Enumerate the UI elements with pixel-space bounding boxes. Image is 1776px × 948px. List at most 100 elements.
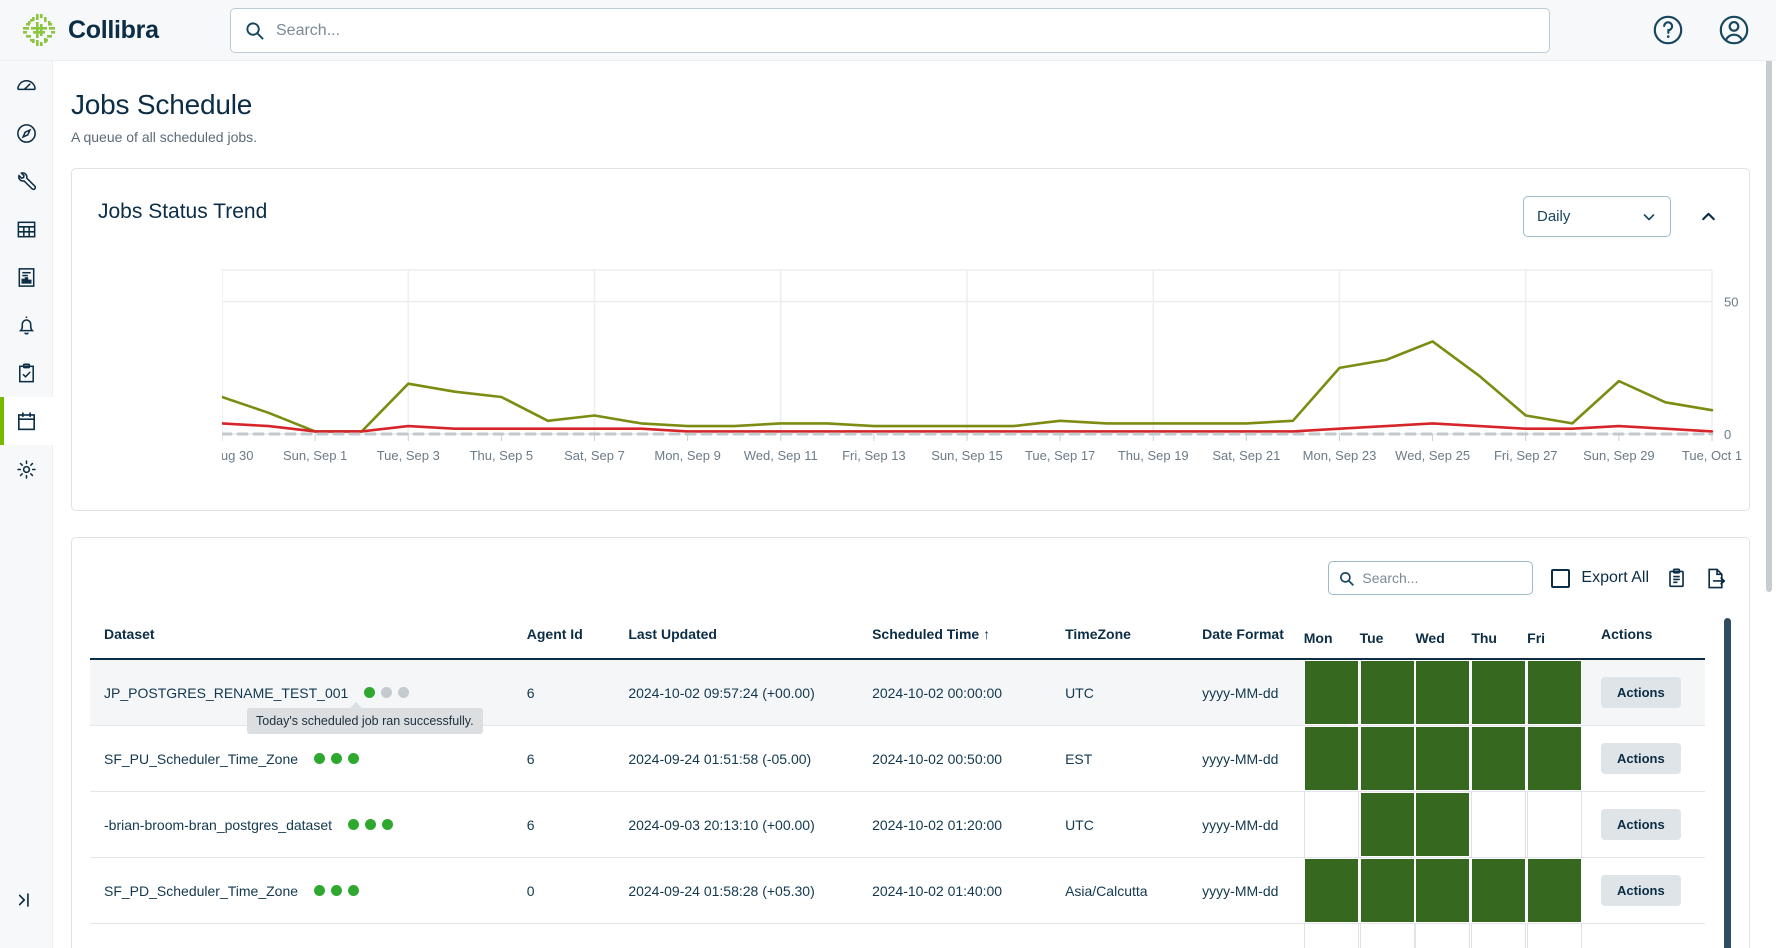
cell-day-mon[interactable] <box>1303 659 1360 726</box>
cell-day-mon[interactable] <box>1303 791 1360 858</box>
day-toggle-thu[interactable] <box>1471 660 1527 725</box>
cell-day-tue[interactable] <box>1359 791 1416 858</box>
sidebar-item-tasks[interactable] <box>0 349 53 397</box>
cell-day-wed[interactable] <box>1415 659 1472 726</box>
day-toggle-mon[interactable] <box>1303 726 1359 791</box>
col-last-updated[interactable]: Last Updated <box>628 618 873 660</box>
cell-day-tue[interactable] <box>1359 725 1416 792</box>
day-toggle-fri[interactable] <box>1527 660 1583 725</box>
day-toggle-mon[interactable] <box>1303 858 1359 923</box>
cell-day-thu[interactable] <box>1471 923 1528 948</box>
cell-day-mon[interactable] <box>1303 857 1360 924</box>
status-dot-green[interactable] <box>365 819 377 830</box>
cell-day-wed[interactable] <box>1415 791 1472 858</box>
user-circle-icon[interactable] <box>1716 12 1752 48</box>
sidebar-item-jobs-schedule[interactable] <box>0 397 53 445</box>
global-search-input[interactable]: Search... <box>230 8 1550 53</box>
table-row[interactable]: SF_PD_Scheduler_Time_Zone 0 2024-09-24 01:… <box>90 857 1705 924</box>
table-row[interactable]: SF_PU_Scheduler_Time_Zone 6 2024-09-24 01:… <box>90 725 1705 792</box>
run-status-dots[interactable] <box>364 687 410 698</box>
day-toggle-fri[interactable] <box>1527 858 1583 923</box>
status-dot-green[interactable] <box>314 885 326 896</box>
day-toggle-thu[interactable] <box>1471 726 1527 791</box>
help-circle-icon[interactable] <box>1650 12 1686 48</box>
status-dot-green[interactable] <box>382 819 394 830</box>
brand-logo[interactable]: Collibra <box>22 13 218 47</box>
day-toggle-fri[interactable] <box>1527 726 1583 791</box>
status-dot-green[interactable] <box>331 885 343 896</box>
sidebar-expand-button[interactable] <box>0 880 53 920</box>
day-toggle-tue[interactable] <box>1359 660 1415 725</box>
day-toggle-tue[interactable] <box>1359 924 1415 948</box>
dataset-name-link[interactable]: JP_POSTGRES_RENAME_TEST_001 <box>104 685 348 701</box>
sidebar-item-dashboard[interactable] <box>0 61 53 109</box>
col-timezone[interactable]: TimeZone <box>1065 618 1203 660</box>
export-file-icon[interactable] <box>1704 567 1727 590</box>
day-toggle-tue[interactable] <box>1359 792 1415 857</box>
col-dataset[interactable]: Dataset <box>90 618 527 660</box>
day-toggle-tue[interactable] <box>1359 726 1415 791</box>
collapse-trend-button[interactable] <box>1693 201 1723 231</box>
cell-day-fri[interactable] <box>1527 923 1584 948</box>
page-scrollbar[interactable] <box>1766 2 1772 592</box>
col-thu[interactable]: Thu <box>1471 618 1528 660</box>
day-toggle-tue[interactable] <box>1359 858 1415 923</box>
status-dot-green[interactable] <box>364 687 376 698</box>
day-toggle-wed[interactable] <box>1415 924 1471 948</box>
sidebar-item-reports[interactable] <box>0 253 53 301</box>
dataset-name-link[interactable]: -brian-broom-bran_postgres_dataset <box>104 817 332 833</box>
day-toggle-wed[interactable] <box>1415 858 1471 923</box>
cell-day-mon[interactable] <box>1303 725 1360 792</box>
run-status-dots[interactable] <box>314 753 360 764</box>
cell-day-wed[interactable] <box>1415 857 1472 924</box>
cell-day-thu[interactable] <box>1471 659 1528 726</box>
status-dot-green[interactable] <box>348 753 360 764</box>
dataset-name-link[interactable]: SF_PU_Scheduler_Time_Zone <box>104 751 298 767</box>
cell-day-thu[interactable] <box>1471 857 1528 924</box>
day-toggle-mon[interactable] <box>1303 792 1359 857</box>
status-dot-green[interactable] <box>331 753 343 764</box>
col-agent-id[interactable]: Agent Id <box>526 618 629 660</box>
status-dot-green[interactable] <box>348 885 360 896</box>
sidebar-item-settings[interactable] <box>0 445 53 493</box>
cell-day-fri[interactable] <box>1527 725 1584 792</box>
table-search-input[interactable]: Search... <box>1328 561 1534 595</box>
cell-day-thu[interactable] <box>1471 791 1528 858</box>
day-toggle-thu[interactable] <box>1471 792 1527 857</box>
cell-day-fri[interactable] <box>1527 659 1584 726</box>
table-vertical-scrollbar[interactable] <box>1724 618 1731 948</box>
granularity-select[interactable]: Daily <box>1523 196 1671 237</box>
cell-day-wed[interactable] <box>1415 725 1472 792</box>
run-status-dots[interactable] <box>348 819 394 830</box>
cell-day-fri[interactable] <box>1527 791 1584 858</box>
col-wed[interactable]: Wed <box>1415 618 1472 660</box>
day-toggle-mon[interactable] <box>1303 924 1359 948</box>
sidebar-item-explore[interactable] <box>0 109 53 157</box>
dataset-name-link[interactable]: SF_PD_Scheduler_Time_Zone <box>104 883 298 899</box>
cell-day-wed[interactable] <box>1415 923 1472 948</box>
actions-button[interactable]: Actions <box>1601 875 1681 906</box>
status-dot-green[interactable] <box>348 819 360 830</box>
day-toggle-fri[interactable] <box>1527 792 1583 857</box>
sidebar-item-tools[interactable] <box>0 157 53 205</box>
table-row[interactable]: -brian-broom-bran_postgres_dataset 6 2024-… <box>90 791 1705 858</box>
run-status-dots[interactable] <box>314 885 360 896</box>
status-dot-green[interactable] <box>314 753 326 764</box>
col-fri[interactable]: Fri <box>1527 618 1584 660</box>
sidebar-item-datasets[interactable] <box>0 205 53 253</box>
cell-day-tue[interactable] <box>1359 659 1416 726</box>
col-tue[interactable]: Tue <box>1359 618 1416 660</box>
cell-day-mon[interactable] <box>1303 923 1360 948</box>
table-row[interactable]: yyyy-MM-dd <box>90 923 1705 948</box>
cell-day-tue[interactable] <box>1359 857 1416 924</box>
col-scheduled-time[interactable]: Scheduled Time ↑ <box>872 618 1066 660</box>
status-dot-gray[interactable] <box>381 687 393 698</box>
actions-button[interactable]: Actions <box>1601 743 1681 774</box>
col-mon[interactable]: Mon <box>1303 618 1360 660</box>
actions-button[interactable]: Actions <box>1601 809 1681 840</box>
day-toggle-wed[interactable] <box>1415 726 1471 791</box>
col-date-format[interactable]: Date Format <box>1202 618 1304 660</box>
actions-button[interactable]: Actions <box>1601 677 1681 708</box>
day-toggle-wed[interactable] <box>1415 792 1471 857</box>
cell-day-fri[interactable] <box>1527 857 1584 924</box>
